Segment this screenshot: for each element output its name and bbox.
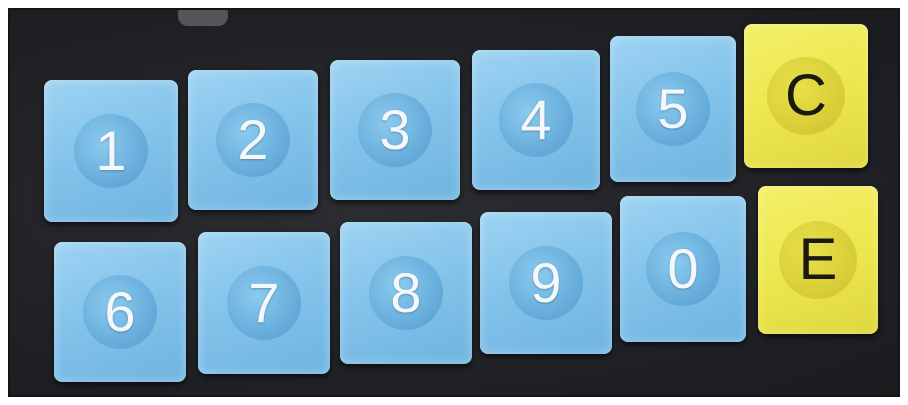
clear-key-label: C	[785, 63, 827, 128]
key-label: 9	[530, 251, 562, 314]
key-label: 3	[379, 98, 411, 161]
key-label: 0	[667, 237, 699, 300]
key-label: 6	[104, 280, 136, 343]
key-9[interactable]: 9	[480, 212, 612, 354]
key-3[interactable]: 3	[330, 60, 460, 200]
key-label: 2	[237, 108, 269, 171]
key-8[interactable]: 8	[340, 222, 472, 364]
key-7[interactable]: 7	[198, 232, 330, 374]
key-label: 8	[390, 261, 422, 324]
key-label: 5	[657, 77, 689, 140]
key-label: 4	[520, 88, 552, 151]
panel-edge-fixture	[178, 10, 228, 26]
enter-key-label: E	[798, 227, 838, 292]
key-6[interactable]: 6	[54, 242, 186, 382]
key-2[interactable]: 2	[188, 70, 318, 210]
keypad-panel: 1 2 3 4 5 C 6 7 8 9 0 E	[8, 8, 900, 397]
key-1[interactable]: 1	[44, 80, 178, 222]
key-0[interactable]: 0	[620, 196, 746, 342]
photo-frame: 1 2 3 4 5 C 6 7 8 9 0 E	[0, 0, 908, 405]
key-4[interactable]: 4	[472, 50, 600, 190]
key-label: 1	[95, 119, 127, 182]
key-5[interactable]: 5	[610, 36, 736, 182]
clear-key[interactable]: C	[744, 24, 868, 168]
enter-key[interactable]: E	[758, 186, 878, 334]
key-label: 7	[248, 271, 280, 334]
